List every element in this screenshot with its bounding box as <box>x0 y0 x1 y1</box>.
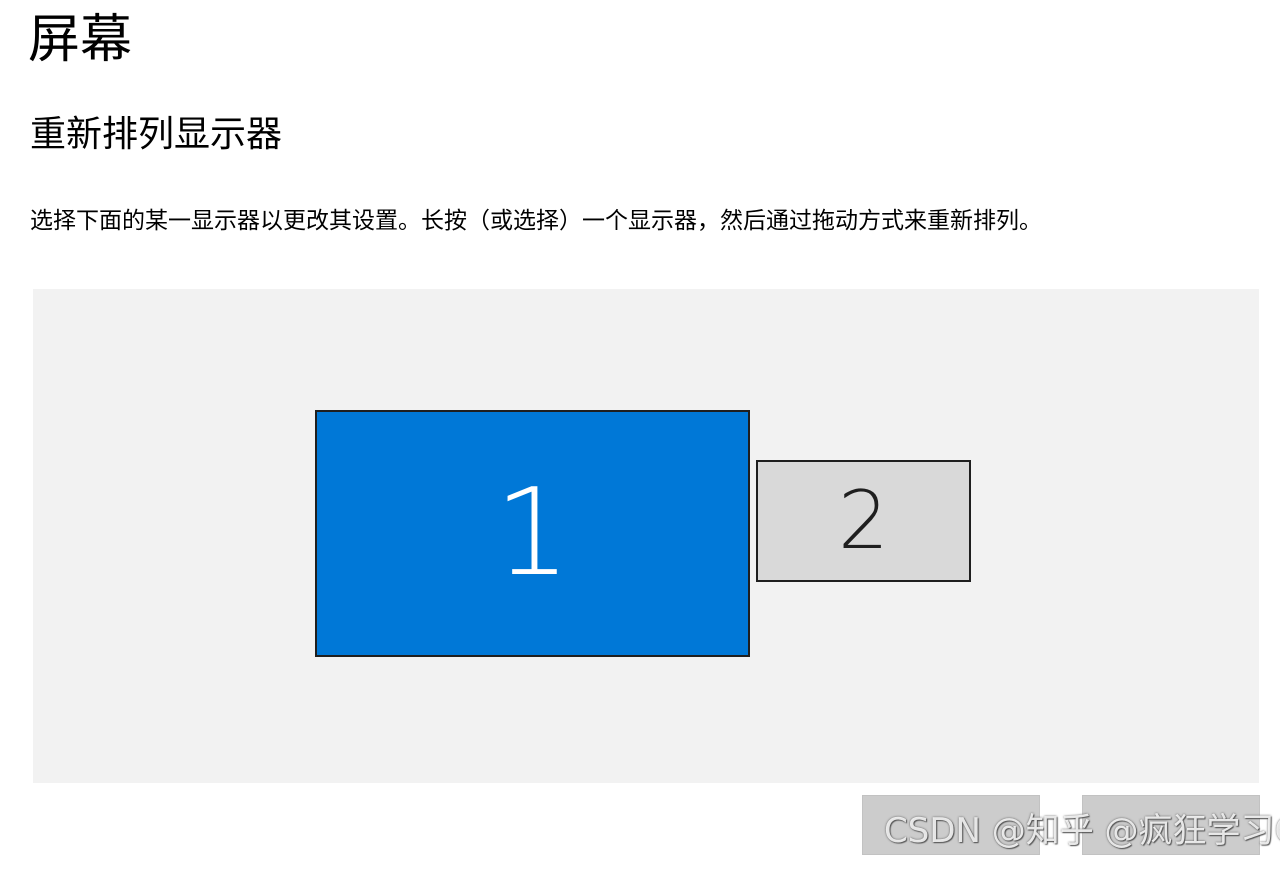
monitor-1-tile[interactable]: 1 <box>315 410 750 657</box>
rearrange-displays-heading: 重新排列显示器 <box>30 114 283 155</box>
display-settings-page: 屏幕 重新排列显示器 选择下面的某一显示器以更改其设置。长按（或选择）一个显示器… <box>0 0 1280 878</box>
identify-button[interactable] <box>862 795 1040 855</box>
rearrange-description: 选择下面的某一显示器以更改其设置。长按（或选择）一个显示器，然后通过拖动方式来重… <box>30 208 1042 234</box>
monitor-1-number: 1 <box>494 463 571 603</box>
page-title: 屏幕 <box>28 10 133 70</box>
detect-button[interactable] <box>1082 795 1260 855</box>
monitor-2-tile[interactable]: 2 <box>756 460 971 582</box>
display-arrangement-canvas[interactable]: 1 2 <box>33 289 1259 783</box>
monitor-2-number: 2 <box>838 474 889 567</box>
